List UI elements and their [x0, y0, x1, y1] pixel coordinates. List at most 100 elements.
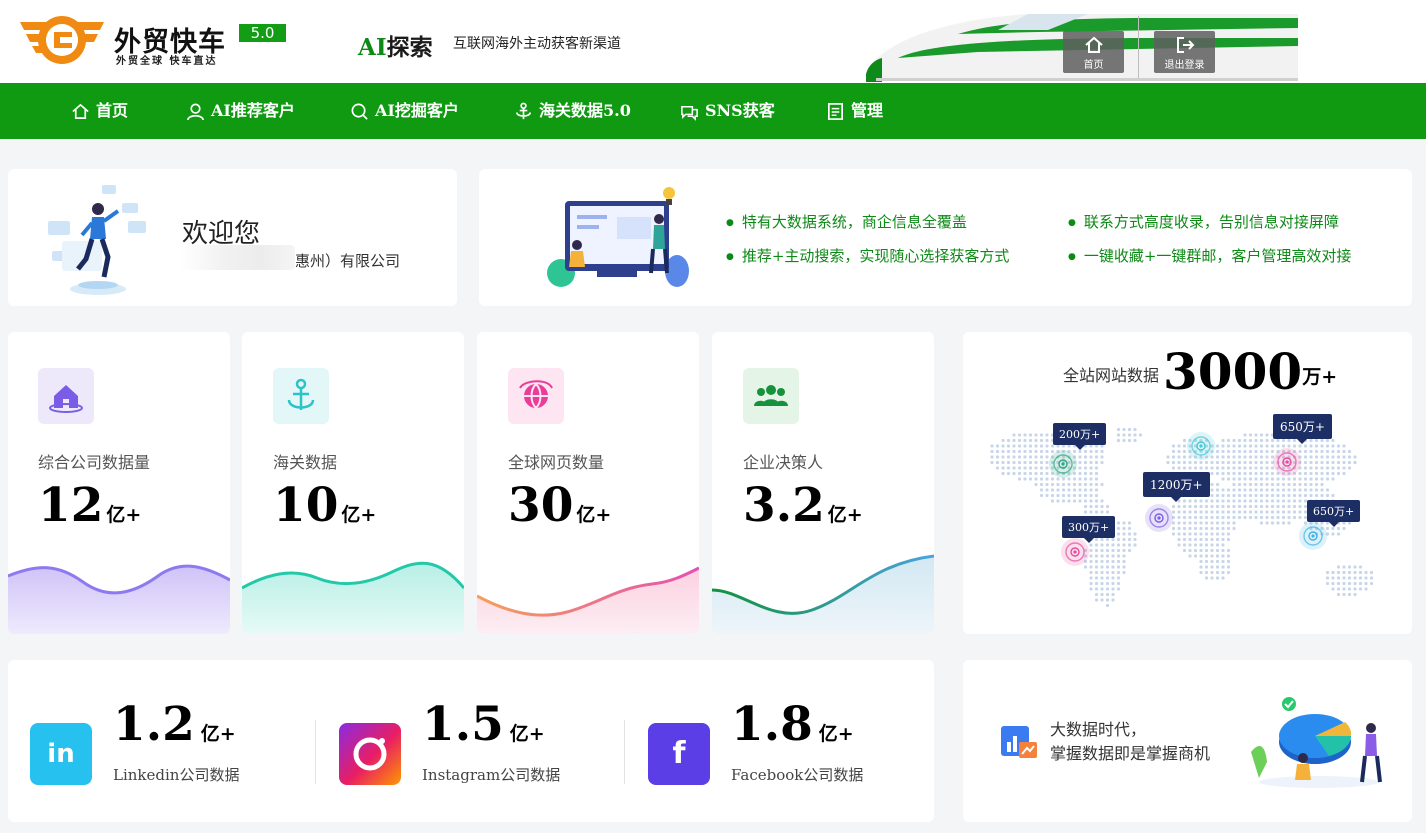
welcome-illustration — [48, 185, 146, 295]
stat-value: 10 亿+ — [273, 478, 376, 533]
map-tooltip: 650万+ — [1273, 414, 1332, 444]
ai-title-ai: AI — [358, 34, 387, 61]
features-illustration — [547, 187, 689, 287]
feature-item: 特有大数据系统，商企信息全覆盖 — [726, 211, 967, 232]
social-number: 1.5 — [422, 697, 504, 752]
header: 外贸快车 5.0 外贸全球 快车直达 AI探索 互联网海外主动获客新渠道 首页 … — [0, 0, 1426, 83]
nav-label: AI挖掘客户 — [375, 101, 459, 120]
social-label: Linkedin公司数据 — [113, 766, 240, 784]
map-tooltip: 300万+ — [1062, 516, 1116, 543]
stat-unit: 亿+ — [106, 504, 142, 526]
stat-icon-bg — [743, 368, 799, 424]
chart-report-icon — [1001, 726, 1037, 758]
social-unit: 亿+ — [818, 723, 854, 745]
map-label: 全站网站数据 — [1063, 366, 1160, 385]
instagram-icon — [339, 723, 401, 785]
linkedin-icon-text: in — [47, 739, 75, 769]
stat-card-webpages: 全球网页数量 30 亿+ — [477, 332, 699, 634]
logout-label: 退出登录 — [1164, 60, 1205, 71]
divider — [315, 720, 316, 784]
nav-item-ai-recommend[interactable]: AI推荐客户 — [186, 83, 295, 139]
wave-decoration — [477, 566, 699, 634]
logo-icon — [20, 16, 104, 64]
social-number: 1.2 — [113, 697, 195, 752]
wave-decoration — [8, 564, 230, 634]
ai-title-rest: 探索 — [386, 34, 433, 61]
logout-icon — [1176, 37, 1194, 53]
logo-version-badge: 5.0 — [239, 24, 286, 42]
nav-label: 海关数据5.0 — [539, 101, 631, 120]
stat-label: 企业决策人 — [743, 453, 824, 472]
divider — [624, 720, 625, 784]
facebook-icon: f — [648, 723, 710, 785]
stat-card-customs: 海关数据 10 亿+ — [242, 332, 464, 634]
map-unit: 万+ — [1302, 366, 1338, 388]
social-label: Instagram公司数据 — [422, 766, 561, 784]
nav-item-home[interactable]: 首页 — [71, 83, 128, 139]
social-unit: 亿+ — [200, 723, 236, 745]
search-icon — [351, 103, 368, 120]
map-value: 3000 — [1163, 342, 1303, 401]
stat-unit: 亿+ — [576, 504, 612, 526]
bigdata-text: 大数据时代， 掌握数据即是掌握商机 — [1050, 718, 1210, 766]
map-tooltip: 650万+ — [1307, 500, 1361, 527]
stat-icon-bg — [273, 368, 329, 424]
stat-number: 30 — [508, 478, 574, 533]
nav-item-customs[interactable]: 海关数据5.0 — [514, 83, 631, 139]
chat-icon — [681, 105, 698, 121]
stat-card-company: 综合公司数据量 12 亿+ — [8, 332, 230, 634]
logout-button[interactable]: 退出登录 — [1154, 31, 1215, 73]
linkedin-icon: in — [30, 723, 92, 785]
logo-subtitle: 外贸全球 快车直达 — [116, 56, 218, 67]
company-name-redacted — [180, 245, 295, 270]
map-header: 全站网站数据3000万+ — [1063, 342, 1337, 401]
anchor-icon — [287, 378, 315, 410]
nav-label: SNS获客 — [705, 101, 775, 120]
stat-icon-bg — [508, 368, 564, 424]
stat-number: 10 — [273, 478, 339, 533]
wave-decoration — [242, 561, 464, 634]
bigdata-line2: 掌握数据即是掌握商机 — [1050, 744, 1211, 763]
nav-item-manage[interactable]: 管理 — [826, 83, 883, 139]
nav-label: AI推荐客户 — [211, 101, 295, 120]
stat-label: 全球网页数量 — [508, 453, 605, 472]
stat-value: 3.2 亿+ — [743, 478, 863, 533]
stat-value: 12 亿+ — [38, 478, 141, 533]
social-value: 1.8 亿+ — [731, 697, 854, 752]
social-unit: 亿+ — [509, 723, 545, 745]
stat-label: 综合公司数据量 — [38, 453, 151, 472]
wave-decoration — [712, 554, 934, 634]
stat-unit: 亿+ — [341, 504, 377, 526]
feature-item: 一键收藏+一键群邮，客户管理高效对接 — [1068, 245, 1352, 266]
map-tooltip: 200万+ — [1053, 423, 1107, 450]
map-tooltip: 1200万+ — [1143, 472, 1210, 502]
instagram-glyph-icon — [353, 737, 387, 771]
stat-card-decision-makers: 企业决策人 3.2 亿+ — [712, 332, 934, 634]
nav-item-sns[interactable]: SNS获客 — [680, 83, 775, 139]
header-slogan: 互联网海外主动获客新渠道 — [453, 36, 621, 52]
home-icon — [72, 103, 89, 120]
welcome-card: 欢迎您 — [8, 169, 457, 306]
stat-number: 12 — [38, 478, 104, 533]
list-icon — [827, 103, 844, 120]
user-icon — [187, 103, 204, 121]
features-card: 特有大数据系统，商企信息全覆盖 联系方式高度收录，告别信息对接屏障 推荐+主动搜… — [479, 169, 1412, 306]
stat-number: 3.2 — [743, 478, 825, 533]
globe-icon — [519, 380, 553, 409]
social-value: 1.5 亿+ — [422, 697, 545, 752]
people-icon — [754, 385, 788, 406]
bigdata-illustration — [1251, 697, 1382, 788]
stat-icon-bg — [38, 368, 94, 424]
nav-item-ai-mining[interactable]: AI挖掘客户 — [350, 83, 459, 139]
feature-item: 联系方式高度收录，告别信息对接屏障 — [1068, 211, 1339, 232]
facebook-icon-text: f — [672, 736, 686, 771]
social-value: 1.2 亿+ — [113, 697, 236, 752]
anchor-icon — [515, 102, 532, 120]
nav-label: 管理 — [851, 101, 884, 120]
house-icon — [49, 385, 83, 413]
feature-item: 推荐+主动搜索，实现随心选择获客方式 — [726, 245, 1010, 266]
social-number: 1.8 — [731, 697, 813, 752]
header-home-button[interactable]: 首页 — [1063, 31, 1124, 73]
social-label: Facebook公司数据 — [731, 766, 864, 784]
ai-explore-title: AI探索 — [358, 28, 433, 62]
